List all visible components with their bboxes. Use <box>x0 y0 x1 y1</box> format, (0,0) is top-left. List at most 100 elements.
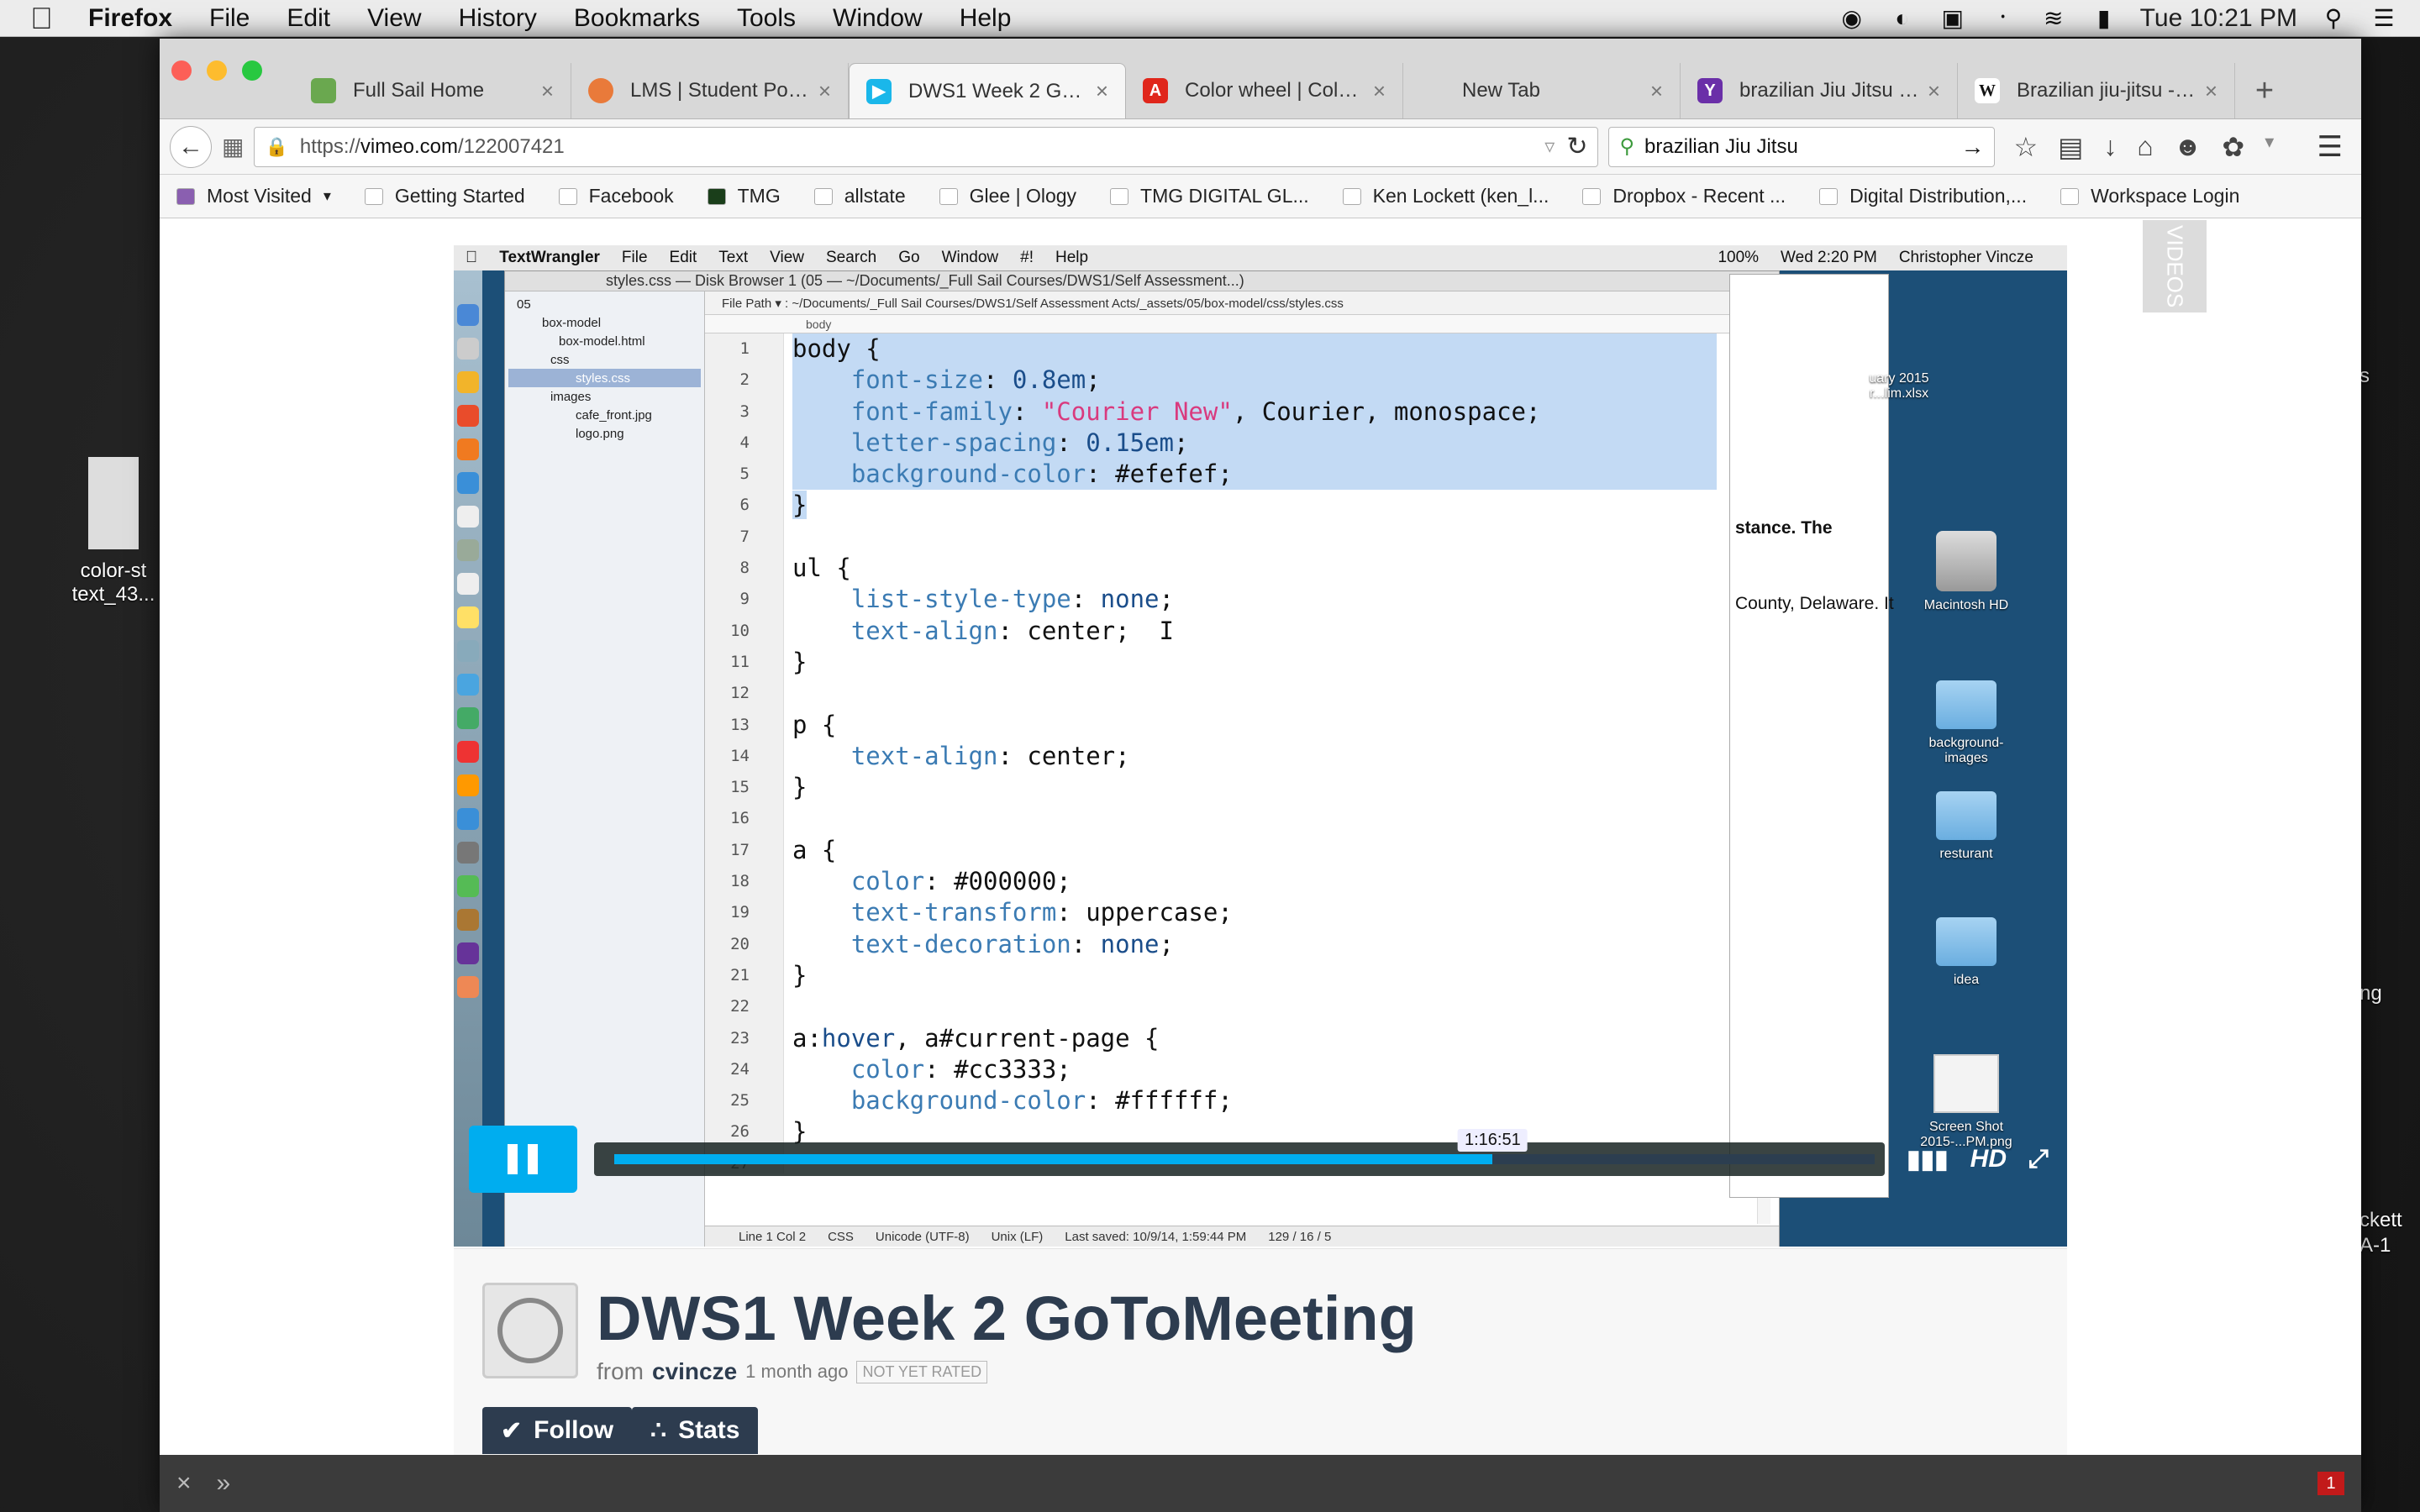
progress-track[interactable]: 1:16:51 <box>613 1129 1875 1164</box>
bookmark-allstate[interactable]: allstate <box>813 185 906 207</box>
tab-full-sail-home[interactable]: Full Sail Home × <box>294 63 571 118</box>
bookmark-tmg-digital[interactable]: TMG DIGITAL GL... <box>1110 185 1309 207</box>
apple-icon[interactable]:  <box>0 1 70 36</box>
dropdown-icon[interactable]: ▿ <box>1544 134 1555 159</box>
reload-icon[interactable]: ↻ <box>1566 132 1587 161</box>
page-icon <box>939 187 958 205</box>
page-icon <box>1582 187 1602 205</box>
home-icon[interactable]: ⌂ <box>2137 131 2153 163</box>
code-line: a { <box>792 835 837 864</box>
bookmark-dropbox[interactable]: Dropbox - Recent ... <box>1582 185 1786 207</box>
zoom-window-button[interactable] <box>242 60 262 81</box>
bookmark-star-icon[interactable]: ☆ <box>2013 131 2038 163</box>
menu-file[interactable]: File <box>191 4 268 33</box>
close-tab-icon[interactable]: × <box>1650 78 1663 104</box>
close-tab-icon[interactable]: × <box>1373 78 1386 104</box>
search-input[interactable]: brazilian Jiu Jitsu <box>1644 135 1950 159</box>
menu-bookmarks[interactable]: Bookmarks <box>555 4 718 33</box>
close-tab-icon[interactable]: × <box>2205 78 2217 104</box>
editor-status-bar: Line 1 Col 2 CSS Unicode (UTF-8) Unix (L… <box>705 1226 1779 1247</box>
bookmark-tmg[interactable]: TMG <box>707 185 781 207</box>
timecode-tooltip: 1:16:51 <box>1457 1129 1528 1152</box>
close-addon-bar-icon[interactable]: × <box>176 1469 192 1498</box>
back-button[interactable]: ← <box>170 125 212 168</box>
search-engine-icon[interactable]: ⚲ <box>1619 134 1634 159</box>
tab-color-wheel[interactable]: A Color wheel | Color... × <box>1126 63 1403 118</box>
tw-menu-item: Search <box>813 249 876 266</box>
browser-preview-fragment: stance. The County, Delaware. It <box>1729 274 1894 1198</box>
menu-edit[interactable]: Edit <box>268 4 349 33</box>
menu-tools[interactable]: Tools <box>718 4 814 33</box>
bookmark-workspace-login[interactable]: Workspace Login <box>2060 185 2239 207</box>
search-bar[interactable]: ⚲ brazilian Jiu Jitsu → <box>1608 126 1996 167</box>
tab-label: New Tab <box>1462 79 1540 102</box>
tab-yahoo-bjj[interactable]: Y brazilian Jiu Jitsu - ... × <box>1681 63 1958 118</box>
bookmark-glee-ology[interactable]: Glee | Ology <box>939 185 1076 207</box>
code-line: background-color: #ffffff; <box>850 1086 1233 1116</box>
minimize-window-button[interactable] <box>207 60 227 81</box>
code-line: letter-spacing: 0.15em; <box>792 427 1717 459</box>
bookmark-most-visited[interactable]: Most Visited ▾ <box>176 185 331 207</box>
tab-wikipedia-bjj[interactable]: W Brazilian jiu-jitsu - ... × <box>1958 63 2235 118</box>
pause-button[interactable] <box>469 1126 577 1193</box>
reading-list-icon[interactable]: ▤ <box>2058 131 2083 163</box>
menu-help[interactable]: Help <box>941 4 1030 33</box>
author-avatar[interactable] <box>482 1283 578 1378</box>
nav-bar: ← ▦ 🔒 https://vimeo.com/122007421 ▿ ↻ ⚲ … <box>160 119 2361 175</box>
creative-cloud-icon[interactable]: ◉ <box>1838 5 1866 31</box>
extension-icon[interactable]: ✿ <box>2222 131 2244 163</box>
bookmark-getting-started[interactable]: Getting Started <box>364 185 525 207</box>
function-crumb: body <box>705 315 1779 333</box>
close-window-button[interactable] <box>171 60 192 81</box>
fullscreen-icon[interactable]: ⤢ <box>2028 1145 2049 1173</box>
video-player[interactable]:  TextWrangler File Edit Text View Searc… <box>454 245 2067 1247</box>
new-tab-button[interactable]: + <box>2235 63 2294 118</box>
close-tab-icon[interactable]: × <box>818 78 831 104</box>
tw-menu-item: Edit <box>657 249 697 266</box>
battery-icon[interactable]: ▮ <box>2090 5 2118 31</box>
tw-menu-item: Go <box>886 249 919 266</box>
close-tab-icon[interactable]: × <box>1928 78 1940 104</box>
desktop-file-left[interactable]: color-st text_43... <box>50 457 176 606</box>
close-tab-icon[interactable]: × <box>541 78 554 104</box>
addon-bar-expand-icon[interactable]: » <box>217 1469 231 1498</box>
menu-history[interactable]: History <box>440 4 555 33</box>
notification-badge[interactable]: 1 <box>2317 1472 2344 1495</box>
chat-icon[interactable]: ☻ <box>2174 131 2202 163</box>
notification-center-icon[interactable]: ☰ <box>2370 5 2398 31</box>
tw-menu-item: View <box>757 249 804 266</box>
follow-button[interactable]: ✔ Follow <box>482 1407 633 1454</box>
bookmark-facebook[interactable]: Facebook <box>558 185 674 207</box>
progress-bar[interactable]: 1:16:51 <box>593 1129 1886 1176</box>
code-line: } <box>792 960 808 990</box>
author-link[interactable]: cvincze <box>652 1358 737 1385</box>
code-line: ul { <box>792 554 851 583</box>
tab-lms-portal[interactable]: LMS | Student Portal × <box>571 63 849 118</box>
toolbar-icons: ☆ ▤ ↓ ⌂ ☻ ✿ ▾ <box>2013 131 2274 163</box>
display-icon[interactable]: ▣ <box>1939 5 1967 31</box>
spotlight-icon[interactable]: ⚲ <box>2319 5 2348 31</box>
bluetooth-icon[interactable]: ᛫ <box>1989 5 2018 31</box>
bookmark-digital-distribution[interactable]: Digital Distribution,... <box>1819 185 2027 207</box>
stats-button[interactable]: ∴ Stats <box>632 1407 759 1454</box>
sync-icon[interactable]: ◐ <box>1888 5 1917 31</box>
extension-dropdown-icon[interactable]: ▾ <box>2265 131 2274 163</box>
tab-groups-icon[interactable]: ▦ <box>222 133 244 160</box>
video-frame-menubar:  TextWrangler File Edit Text View Searc… <box>454 245 2067 270</box>
menu-view[interactable]: View <box>349 4 439 33</box>
menubar-clock[interactable]: Tue 10:21 PM <box>2140 4 2297 33</box>
side-tab-videos[interactable]: VIDEOS <box>2143 220 2207 312</box>
menu-app[interactable]: Firefox <box>70 4 191 33</box>
bookmark-ken-lockett[interactable]: Ken Lockett (ken_l... <box>1342 185 1549 207</box>
menu-window[interactable]: Window <box>814 4 941 33</box>
search-go-icon[interactable]: → <box>1960 134 1984 160</box>
downloads-icon[interactable]: ↓ <box>2103 131 2117 163</box>
close-tab-icon[interactable]: × <box>1096 78 1108 104</box>
hd-button[interactable]: HD <box>1970 1145 2007 1173</box>
wifi-icon[interactable]: ≋ <box>2039 5 2068 31</box>
hamburger-menu-icon[interactable]: ☰ <box>2317 130 2343 164</box>
tab-dws1-vimeo[interactable]: ▶ DWS1 Week 2 GoT... × <box>849 63 1126 118</box>
tab-new-tab[interactable]: New Tab × <box>1403 63 1681 118</box>
volume-icon[interactable]: ▮▮▮ <box>1907 1145 1949 1174</box>
url-bar[interactable]: 🔒 https://vimeo.com/122007421 ▿ ↻ <box>254 126 1599 167</box>
